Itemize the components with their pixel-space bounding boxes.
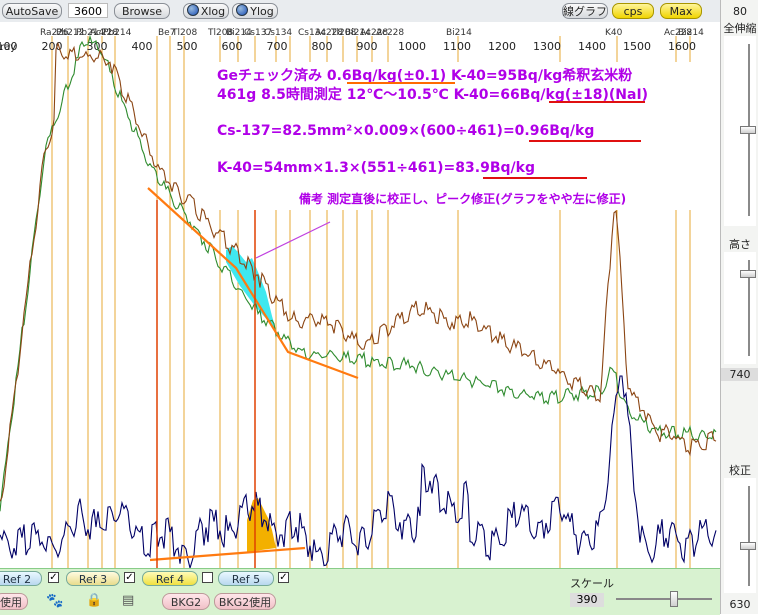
radio-icon: [186, 4, 199, 16]
underline: [529, 140, 641, 142]
scale-value: 390: [570, 593, 604, 607]
tick-label: 1000: [398, 40, 426, 53]
ref4-button[interactable]: Ref 4: [142, 571, 198, 586]
tick-label: 600: [222, 40, 243, 53]
browse-button[interactable]: Browse: [114, 3, 170, 19]
right-control-panel: 80 全伸縮 高さ 740 校正 630: [720, 0, 758, 614]
height-label: 高さ: [729, 238, 751, 251]
bkg2-use-button[interactable]: BKG2使用: [214, 593, 276, 610]
scale-slider[interactable]: [616, 589, 712, 609]
full-range-label: 全伸縮: [723, 22, 757, 35]
tick-label: 1600: [668, 40, 696, 53]
bottom-value: 630: [729, 598, 751, 611]
tick-label: 500: [177, 40, 198, 53]
slider-thumb[interactable]: [670, 591, 678, 607]
slider-thumb[interactable]: [740, 542, 756, 550]
measure-time-field[interactable]: 3600: [68, 3, 108, 18]
paw-icon[interactable]: 🐾: [46, 593, 63, 609]
tick-label: 100: [0, 40, 18, 53]
tick-label: 1200: [488, 40, 516, 53]
tick-label: 900: [357, 40, 378, 53]
nuclide-label: Pb214: [103, 28, 132, 38]
nuclide-label: Bi214: [678, 28, 704, 38]
scale-label: スケール: [570, 577, 614, 590]
radio-icon: [236, 4, 249, 16]
calibration-slider[interactable]: [724, 478, 756, 593]
ref4-checkbox[interactable]: [202, 572, 213, 583]
cps-button[interactable]: cps: [612, 3, 654, 19]
annotation-note: 備考 測定直後に校正し、ピーク修正(グラフをやや左に修正): [299, 192, 627, 206]
clipboard-icon[interactable]: ▤: [122, 593, 134, 608]
slider-thumb[interactable]: [740, 126, 756, 134]
bottom-toolbar: Ref 2 ✓ Ref 3 ✓ Ref 4 Ref 5 ✓ 使用 🐾 🔒 ▤ B…: [0, 568, 720, 615]
nuclide-label: Ac228: [376, 28, 404, 38]
nuclide-label: Bi214: [446, 28, 472, 38]
annotation-line-3: Cs-137=82.5mm²×0.009×(600÷461)=0.96Bq/kg: [217, 123, 595, 139]
ref3-button[interactable]: Ref 3: [66, 571, 120, 586]
tick-label: 700: [267, 40, 288, 53]
bkg2-button[interactable]: BKG2: [162, 593, 210, 610]
autosave-button[interactable]: AutoSave: [2, 3, 62, 19]
underline: [549, 101, 645, 103]
slider-thumb[interactable]: [740, 270, 756, 278]
tick-label: 800: [312, 40, 333, 53]
xlog-label: Xlog: [200, 5, 226, 18]
calibration-label: 校正: [729, 464, 751, 477]
nuclide-label: Tl208: [171, 28, 197, 38]
max-button[interactable]: Max: [660, 3, 702, 19]
ref5-button[interactable]: Ref 5: [218, 571, 274, 586]
height-slider[interactable]: [724, 252, 756, 364]
toolbar: AutoSave 3600 Browse Xlog Ylog 線グラフ cps …: [0, 0, 720, 23]
tick-label: 1100: [443, 40, 471, 53]
tick-label: 1500: [623, 40, 651, 53]
height-value: 740: [721, 368, 758, 381]
nuclide-label: Cs134: [264, 28, 292, 38]
full-range-slider[interactable]: [724, 36, 756, 226]
lock-icon[interactable]: 🔒: [86, 593, 102, 608]
ref5-checkbox[interactable]: ✓: [278, 572, 289, 583]
tick-label: 1300: [533, 40, 561, 53]
ref2-button[interactable]: Ref 2: [0, 571, 42, 586]
underline: [347, 82, 455, 84]
underline: [483, 177, 587, 179]
nuclide-label: K40: [605, 28, 623, 38]
annotation-line-4: K-40=54mm×1.3×(551÷461)=83.9Bq/kg: [217, 160, 535, 176]
ylog-toggle[interactable]: Ylog: [232, 3, 278, 19]
use-button[interactable]: 使用: [0, 593, 28, 610]
xlog-toggle[interactable]: Xlog: [183, 3, 229, 19]
ref2-checkbox[interactable]: ✓: [48, 572, 59, 583]
measurement-annotation: Geチェック済み 0.6Bq/kg(±0.1) K-40=95Bq/kg希釈玄米…: [213, 62, 718, 210]
tick-label: 400: [132, 40, 153, 53]
line-graph-button[interactable]: 線グラフ: [562, 3, 608, 19]
ylog-label: Ylog: [250, 5, 274, 18]
ref3-checkbox[interactable]: ✓: [124, 572, 135, 583]
top-value: 80: [733, 5, 747, 18]
tick-label: 1400: [578, 40, 606, 53]
